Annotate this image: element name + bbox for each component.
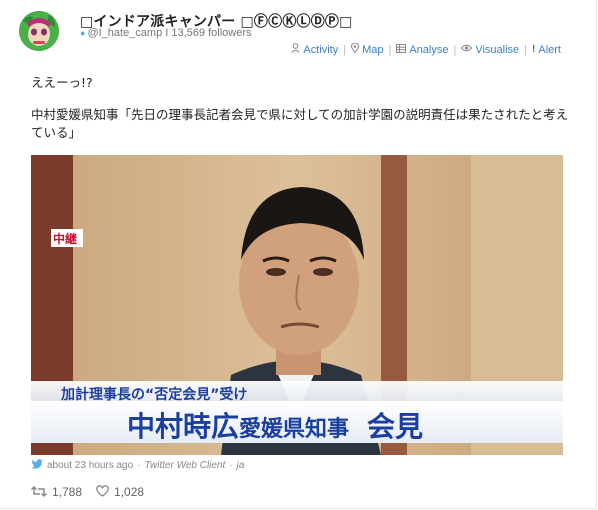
twitter-icon: ● [80, 28, 86, 38]
tweet-card: □インドア派キャンパー □ⒻⒸⓀⓁⒹⓅ□ ● @I_hate_camp I 13,… [0, 0, 597, 509]
heart-icon [96, 484, 109, 500]
language: ja [236, 460, 245, 471]
tweet-meta: about 23 hours ago · Twitter Web Client … [31, 459, 244, 472]
map-link[interactable]: Map [351, 42, 384, 56]
follower-count: 13,569 followers [171, 27, 252, 39]
alert-link[interactable]: ! Alert [532, 44, 561, 56]
caption-main: 中村時広愛媛県知事 会見 [127, 405, 423, 445]
divider: | [388, 43, 392, 56]
twitter-bird-icon [31, 459, 43, 472]
like-button[interactable]: 1,028 [96, 484, 144, 500]
person-icon [291, 43, 300, 56]
retweet-icon [31, 484, 47, 500]
pin-icon [351, 42, 360, 56]
retweet-button[interactable]: 1,788 [31, 484, 82, 500]
visualise-label: Visualise [475, 43, 520, 56]
timestamp[interactable]: about 23 hours ago [47, 460, 133, 471]
caption-title: 愛媛県知事 [239, 417, 350, 442]
dot-separator: · [229, 460, 233, 471]
analyse-label: Analyse [409, 43, 449, 56]
caption-name: 中村時広 [127, 410, 240, 443]
tweet-stats: 1,788 1,028 [31, 484, 144, 500]
activity-link[interactable]: Activity [291, 43, 338, 56]
analyse-link[interactable]: Analyse [396, 43, 449, 56]
retweet-count: 1,788 [52, 485, 83, 499]
handle[interactable]: @I_hate_camp [87, 27, 162, 39]
divider: | [343, 43, 347, 56]
avatar[interactable] [19, 11, 59, 51]
action-bar: Activity | Map | Analyse | Visualise | !… [291, 42, 561, 56]
divider: | [524, 43, 528, 56]
alert-label: Alert [538, 43, 561, 56]
map-label: Map [362, 43, 384, 56]
eye-icon [461, 44, 473, 55]
caption-event: 会見 [367, 410, 424, 443]
client-link[interactable]: Twitter Web Client [145, 460, 226, 471]
divider: | [453, 43, 457, 56]
live-badge: 中継 [53, 232, 78, 246]
dot-separator: · [137, 460, 141, 471]
handle-line: ● @I_hate_camp I 13,569 followers [80, 27, 252, 39]
tweet-text-line2: 中村愛媛県知事「先日の理事長記者会見で県に対しての加計学園の説明責任は果たされた… [31, 107, 569, 140]
grid-icon [396, 43, 407, 56]
exclamation-icon: ! [532, 44, 536, 55]
like-count: 1,028 [114, 485, 145, 499]
visualise-link[interactable]: Visualise [461, 44, 519, 56]
activity-label: Activity [303, 43, 339, 56]
tweet-photo[interactable]: 中継 加計理事長の“否定会見”受け 中村時広愛媛県知事 会見 [31, 155, 563, 455]
caption-top: 加計理事長の“否定会見”受け [61, 387, 248, 403]
tweet-text-line1: ええーっ!? [31, 75, 93, 90]
